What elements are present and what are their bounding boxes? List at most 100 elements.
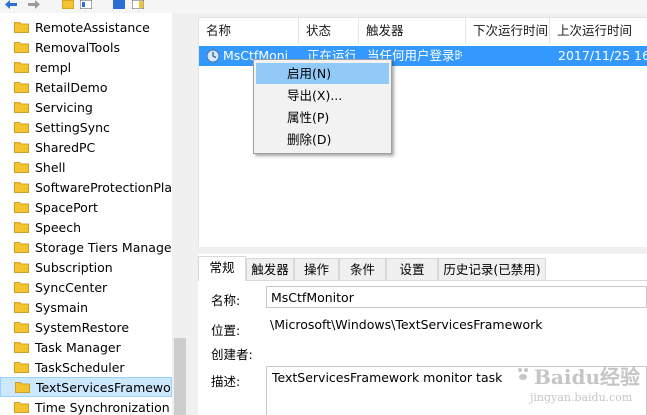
description-label: 描述: [211,374,241,389]
tree-item-label: SharedPC [35,139,96,155]
forward-arrow-icon[interactable] [28,0,40,9]
folder-icon [14,122,29,133]
folder-icon [14,222,29,233]
back-arrow-icon[interactable] [5,0,17,9]
up-folder-icon[interactable] [62,0,74,9]
column-header-last-run[interactable]: 上次运行时间 [550,18,647,44]
tree-item-label: RetailDemo [35,79,108,95]
folder-icon [14,102,29,113]
tree-item[interactable]: SoftwareProtectionPlatf [0,177,172,197]
folder-icon [14,322,29,333]
toolbar [0,0,647,13]
clock-icon [206,49,220,63]
tree-item[interactable]: SettingSync [0,117,172,137]
menu-item-properties[interactable]: 属性(P) [256,107,389,128]
tree-item[interactable]: Time Synchronization [0,397,172,415]
folder-icon [14,22,29,33]
tree-scrollbar[interactable] [172,13,188,415]
column-header-name[interactable]: 名称 [199,18,299,44]
folder-icon [14,342,29,353]
folder-icon [14,302,29,313]
tree-item-label: Subscription [35,259,113,275]
tab-actions[interactable]: 操作 [294,258,339,280]
folder-icon [14,142,29,153]
tree-item-label: SettingSync [35,119,110,135]
folder-icon [14,182,29,193]
tree-item[interactable]: SpacePort [0,197,172,217]
tree-scrollbar-thumb[interactable] [174,338,186,415]
tab-triggers[interactable]: 触发器 [246,258,294,280]
tree-item[interactable]: TaskScheduler [0,357,172,377]
baidu-watermark: Baidu经验 jingyan.baidu.com [508,355,647,415]
tree-item[interactable]: Shell [0,157,172,177]
task-last-run: 2017/11/25 16:5 [558,48,647,63]
tree-item-label: SystemRestore [35,319,130,335]
tree-item-label: Task Manager [35,339,121,355]
column-header-next-run[interactable]: 下次运行时间 [466,18,550,44]
view-icon[interactable] [80,0,92,9]
tree-item-label: Sysmain [35,299,89,315]
tab-conditions[interactable]: 条件 [339,258,386,280]
tab-history[interactable]: 历史记录(已禁用) [438,258,546,280]
tree-item-label: Storage Tiers Manager [35,239,172,255]
tree-item[interactable]: rempl [0,57,172,77]
tree-item-label: Shell [35,159,66,175]
context-menu: 启用(N) 导出(X)... 属性(P) 删除(D) [253,59,392,154]
folder-icon [14,362,29,373]
tree-item[interactable]: Task Manager [0,337,172,357]
tree-item-label: Time Synchronization [35,399,170,415]
folder-icon [14,282,29,293]
pane-splitter[interactable] [198,247,647,254]
pane-separator[interactable] [188,13,198,415]
tree-item[interactable]: Subscription [0,257,172,277]
description-text: TextServicesFramework monitor task [272,370,503,385]
column-header-status[interactable]: 状态 [299,18,359,44]
tree-item-label: RemoteAssistance [35,19,150,35]
help-icon[interactable] [113,0,125,9]
watermark-brand: Baidu经验 [534,365,640,389]
folder-icon [14,82,29,93]
column-header-trigger[interactable]: 触发器 [359,18,466,44]
tree-item[interactable]: RetailDemo [0,77,172,97]
tree-item-label: SoftwareProtectionPlatf [35,179,172,195]
tree-item-label: SyncCenter [35,279,108,295]
folder-icon [14,262,29,273]
tree-item[interactable]: TextServicesFramework [0,377,172,397]
tree-item[interactable]: Storage Tiers Manager [0,237,172,257]
tree-item[interactable]: RemoteAssistance [0,17,172,37]
tree-item-label: SpacePort [35,199,98,215]
tree-item-label: TextServicesFramework [36,379,172,395]
menu-item-enable[interactable]: 启用(N) [256,63,389,84]
tab-settings[interactable]: 设置 [386,258,438,280]
folder-icon [14,242,29,253]
location-label: 位置: [211,323,241,338]
tree-item[interactable]: RemovalTools [0,37,172,57]
paw-icon [518,368,528,380]
author-label: 创建者: [211,347,253,362]
name-field[interactable]: MsCtfMonitor [266,286,647,308]
pane-icon[interactable] [132,0,144,9]
menu-item-delete[interactable]: 删除(D) [256,129,389,150]
tree-item-label: TaskScheduler [35,359,125,375]
folder-icon [14,202,29,213]
tree-item-label: Servicing [35,99,93,115]
tree-item[interactable]: SyncCenter [0,277,172,297]
menu-item-export[interactable]: 导出(X)... [256,85,389,106]
folder-icon [14,162,29,173]
tree-item-label: RemovalTools [35,39,120,55]
folder-icon [14,42,29,53]
tree-item[interactable]: Speech [0,217,172,237]
tree-item[interactable]: Servicing [0,97,172,117]
task-folder-tree[interactable]: RemoteAssistance RemovalTools rempl RetailD… [0,13,188,415]
tree-item[interactable]: SystemRestore [0,317,172,337]
folder-icon [14,62,29,73]
watermark-url: jingyan.baidu.com [530,391,633,404]
tree-item-label: rempl [35,59,72,75]
details-tab-strip: 常规 触发器 操作 条件 设置 历史记录(已禁用) [198,254,647,281]
tree-item[interactable]: Sysmain [0,297,172,317]
tab-general[interactable]: 常规 [198,256,246,281]
folder-icon [15,382,30,393]
name-label: 名称: [211,293,241,308]
tree-item[interactable]: SharedPC [0,137,172,157]
location-value: \Microsoft\Windows\TextServicesFramework [270,317,543,332]
